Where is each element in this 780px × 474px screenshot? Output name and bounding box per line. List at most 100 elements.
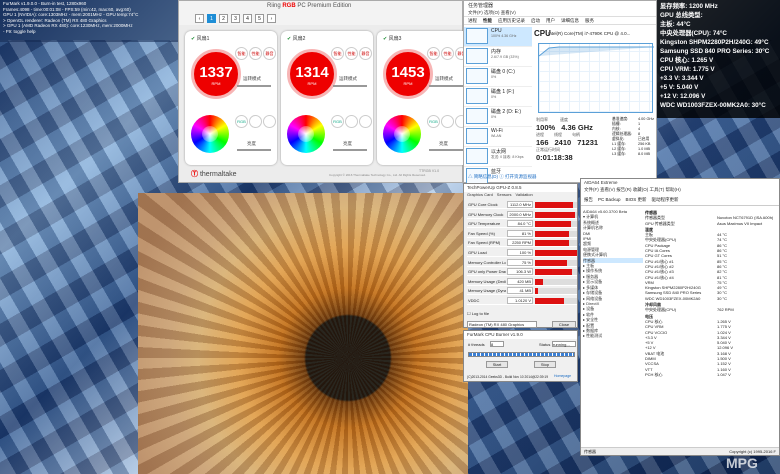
tm-tab[interactable]: 用户 [546,18,555,23]
aida-statusbar: 传感器 Copyright (c) 1995-2016 F [581,447,779,455]
start-button[interactable]: Start [486,361,508,368]
aida-sensor-row[interactable]: PCH 核心 1.047 V [645,372,779,377]
aida-sensor-row[interactable]: WDC WD1003FZEX-00MK2A0 30 °C [645,296,779,301]
sensor-value: 41 MB [507,287,533,295]
tm-tab[interactable]: 服务 [585,18,594,23]
furmark-osd: FurMark v1.9.0.0 - Burn-in test, 1280x96… [0,0,178,42]
homepage-link[interactable]: Homepage [554,374,571,378]
color-wheel-picker[interactable] [383,115,421,153]
osd-line: 显存频率: 1200 MHz [660,3,718,10]
tm-side-item[interactable]: CPU 100% 4.36 GHz [464,27,532,47]
fan-speed-slider[interactable] [429,85,463,87]
tm-tab[interactable]: 性能 [483,18,492,23]
fan-mode-2-button[interactable]: 静音 [359,47,372,60]
gpuz-tab[interactable]: Validation [515,192,532,199]
gpuz-card-select[interactable]: Radeon (TM) RX 480 Graphics [467,321,537,328]
fan-mode-1-button[interactable]: 性能 [441,47,454,60]
page-1-button[interactable]: 1 [207,13,216,23]
fan-mode-1-button[interactable]: 性能 [249,47,262,60]
tm-side-name: 以太网 [491,149,507,155]
page-3-button[interactable]: 3 [231,13,240,23]
sensor-name: GPU only Power Draw [468,269,506,275]
color-wheel-picker[interactable] [191,115,229,153]
fan-rpm-unit: RPM [403,81,413,86]
threads-label: # threads [468,342,485,347]
tm-footer-links[interactable]: △ 简略信息(D) ⓘ 打开资源监视器 [468,174,537,180]
rgb-mode-button[interactable]: RGB [331,115,344,128]
tm-side-name: 内存 [491,49,502,55]
gpuz-tab[interactable]: Sensors [497,192,512,199]
rgb-effect-2-button[interactable] [263,115,276,128]
gpuz-tab[interactable]: Graphics Card [467,192,493,199]
brightness-label: 亮度 [247,141,256,146]
aida-tool-button[interactable]: 驱动程序更新 [652,197,679,203]
tm-side-item[interactable]: 磁盘 0 (C:) 0% [464,67,532,87]
tm-side-sub: 2.6/7.9 GB (33%) [491,55,519,59]
osd-line: CPU VRM: 1.775 V [660,66,715,73]
brightness-slider[interactable] [429,149,463,151]
aida-sensor-row[interactable]: GPU 传感器类型 Asus Maximus VII Impact [645,221,779,226]
aida-menu[interactable]: 文件(F) 查看(V) 报告(R) 收藏(O) 工具(T) 帮助(H) [581,187,779,194]
tm-side-item[interactable]: 磁盘 2 (D: E:) 0% [464,107,532,127]
sensor-value: 100 % [507,249,533,256]
cpu-detail: 8.0 MB [638,152,651,156]
rgb-mode-button[interactable]: RGB [427,115,440,128]
gpuz-tabs: Graphics Card Sensors Validation [464,192,577,199]
tm-side-sub: 100% 4.36 GHz [491,34,517,38]
tm-side-item[interactable]: 以太网 发送: 0 接收: 8 Kbps [464,147,532,167]
sensor-name: GPU Memory Clock [468,211,504,217]
aida-tool-button[interactable]: BIOS 更新 [626,197,647,203]
stop-button[interactable]: Stop [534,361,556,368]
sensor-graph [535,221,577,228]
tm-side-item[interactable]: 磁盘 1 (F:) 0% [464,87,532,107]
fan-mode-0-button[interactable]: 智能 [331,47,344,60]
gpuz-sensor-row: GPU Temperature 84.0 °C [467,220,577,229]
fan-mode-0-button[interactable]: 智能 [427,47,440,60]
rgb-effect-2-button[interactable] [359,115,372,128]
fan-mode-2-button[interactable]: 静音 [263,47,276,60]
task-manager-window: 任务管理器 文件(F) 选项(O) 查看(V) 进程 性能 应用历史记录 启动 用户 详细… [463,0,657,187]
sensor-name: Fan Speed (RPM) [468,240,501,246]
sensor-value: 2250 RPM [507,239,533,247]
fan-card: ✔ 风扇2 1314 RPM 智能 性能 静音 运转模式 RGB 亮度 [281,31,373,165]
aida-title: AIDA64 Extreme [584,180,618,185]
fan-mode-0-button[interactable]: 智能 [235,47,248,60]
aida-tool-button[interactable]: PC Backup [598,197,621,202]
rgb-mode-button[interactable]: RGB [235,115,248,128]
tm-tab[interactable]: 进程 [468,18,477,23]
brightness-slider[interactable] [237,149,271,151]
gpuz-close-button[interactable]: Close [552,321,576,328]
sensor-graph [535,278,577,285]
fan-speed-slider[interactable] [333,85,367,87]
rgb-effect-1-button[interactable] [345,115,358,128]
brightness-slider[interactable] [333,149,367,151]
next-page-button[interactable]: › [267,13,276,23]
rgb-effect-1-button[interactable] [441,115,454,128]
page-5-button[interactable]: 5 [255,13,264,23]
fan-mode-1-button[interactable]: 性能 [345,47,358,60]
aida-tree-item[interactable]: ▸ 性能测试 [583,333,643,338]
tm-side-item[interactable]: Wi-Fi WLAN [464,127,532,147]
gpuz-sensor-row: Fan Speed (RPM) 2250 RPM [467,239,577,248]
tm-side-item[interactable]: 内存 2.6/7.9 GB (33%) [464,47,532,67]
eye-wallpaper-image [138,193,468,474]
sensor-graph [535,211,577,218]
page-2-button[interactable]: 2 [219,13,228,23]
sensor-value: 2000.0 MHz [507,210,533,218]
rgb-effect-1-button[interactable] [249,115,262,128]
tm-menu[interactable]: 文件(F) 选项(O) 查看(V) [464,10,656,17]
threads-select[interactable]: 8 [490,341,504,347]
fan-rpm-value: 1337 [199,64,233,81]
tm-tab[interactable]: 详细信息 [561,18,579,23]
aida-tool-button[interactable]: 报告 [584,197,593,203]
prev-page-button[interactable]: ‹ [195,13,204,23]
page-4-button[interactable]: 4 [243,13,252,23]
color-wheel-picker[interactable] [287,115,325,153]
tm-tab[interactable]: 应用历史记录 [498,18,525,23]
aida-sensor-row[interactable]: 中央处理器(CPU) 762 RPM [645,307,779,312]
osd-line: - F9: toggle help [3,28,36,34]
fan-speed-slider[interactable] [237,85,271,87]
sensor-graph [535,269,577,276]
tm-tab[interactable]: 启动 [531,18,540,23]
cpu-name: Intel(R) Core(TM) i7-4790K CPU @ 4.0... [548,31,631,36]
